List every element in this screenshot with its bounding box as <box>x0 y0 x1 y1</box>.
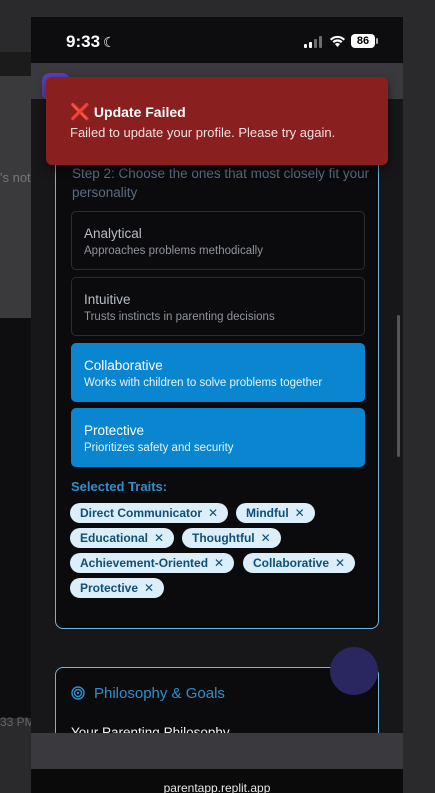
trait-option-analytical[interactable]: Analytical Approaches problems methodica… <box>71 211 365 270</box>
toast-title: ❌ Update Failed <box>70 104 186 121</box>
remove-chip-icon[interactable]: ✕ <box>295 506 305 520</box>
trait-chip: Mindful ✕ <box>236 503 315 523</box>
wifi-icon <box>330 35 345 47</box>
status-bar: 9:33 ☾ 86 <box>31 17 403 63</box>
trait-title: Analytical <box>84 226 142 241</box>
trait-chip: Protective ✕ <box>70 578 165 598</box>
remove-chip-icon[interactable]: ✕ <box>261 531 271 545</box>
trait-description: Prioritizes safety and security <box>84 442 234 454</box>
browser-toolbar <box>31 733 403 769</box>
remove-chip-icon[interactable]: ✕ <box>208 506 218 520</box>
trait-option-intuitive[interactable]: Intuitive Trusts instincts in parenting … <box>71 277 365 336</box>
background-text: 's not <box>0 170 31 185</box>
philosophy-title: Philosophy & Goals <box>94 685 225 702</box>
selected-traits-label: Selected Traits: <box>71 479 168 494</box>
main-content[interactable]: Step 2: Choose the ones that most closel… <box>31 99 403 733</box>
step-label: Step 2: Choose the ones that most closel… <box>72 166 370 200</box>
remove-chip-icon[interactable]: ✕ <box>144 581 154 595</box>
trait-title: Collaborative <box>84 358 163 373</box>
battery-icon: 86 <box>351 34 378 48</box>
error-icon: ❌ <box>70 104 90 121</box>
moon-icon: ☾ <box>103 34 116 50</box>
trait-chip: Achievement-Oriented ✕ <box>70 553 235 573</box>
remove-chip-icon[interactable]: ✕ <box>214 556 224 570</box>
toast-message: Failed to update your profile. Please tr… <box>70 125 336 140</box>
url-label[interactable]: parentapp.replit.app <box>31 781 403 793</box>
trait-chip: Direct Communicator ✕ <box>70 503 229 523</box>
signal-icon <box>304 36 324 48</box>
trait-description: Works with children to solve problems to… <box>84 377 323 389</box>
trait-description: Trusts instincts in parenting decisions <box>84 311 275 323</box>
error-toast[interactable]: ❌ Update Failed Failed to update your pro… <box>46 77 388 165</box>
philosophy-subtitle: Your Parenting Philosophy <box>71 725 230 733</box>
scrollbar[interactable] <box>397 315 400 457</box>
personality-card: Step 2: Choose the ones that most closel… <box>55 99 379 629</box>
floating-action-button[interactable] <box>330 647 378 695</box>
trait-chip: Collaborative ✕ <box>243 553 356 573</box>
trait-title: Intuitive <box>84 292 131 307</box>
trait-option-protective[interactable]: Protective Prioritizes safety and securi… <box>71 408 365 467</box>
status-time: 9:33 ☾ <box>66 32 116 51</box>
trait-description: Approaches problems methodically <box>84 245 263 257</box>
target-icon <box>71 686 85 700</box>
background-time-text: 33 PM <box>0 715 35 729</box>
trait-option-collaborative[interactable]: Collaborative Works with children to sol… <box>71 343 365 402</box>
trait-chip: Thoughtful ✕ <box>182 528 281 548</box>
remove-chip-icon[interactable]: ✕ <box>335 556 345 570</box>
trait-title: Protective <box>84 423 145 438</box>
remove-chip-icon[interactable]: ✕ <box>154 531 164 545</box>
trait-chip: Educational ✕ <box>70 528 175 548</box>
